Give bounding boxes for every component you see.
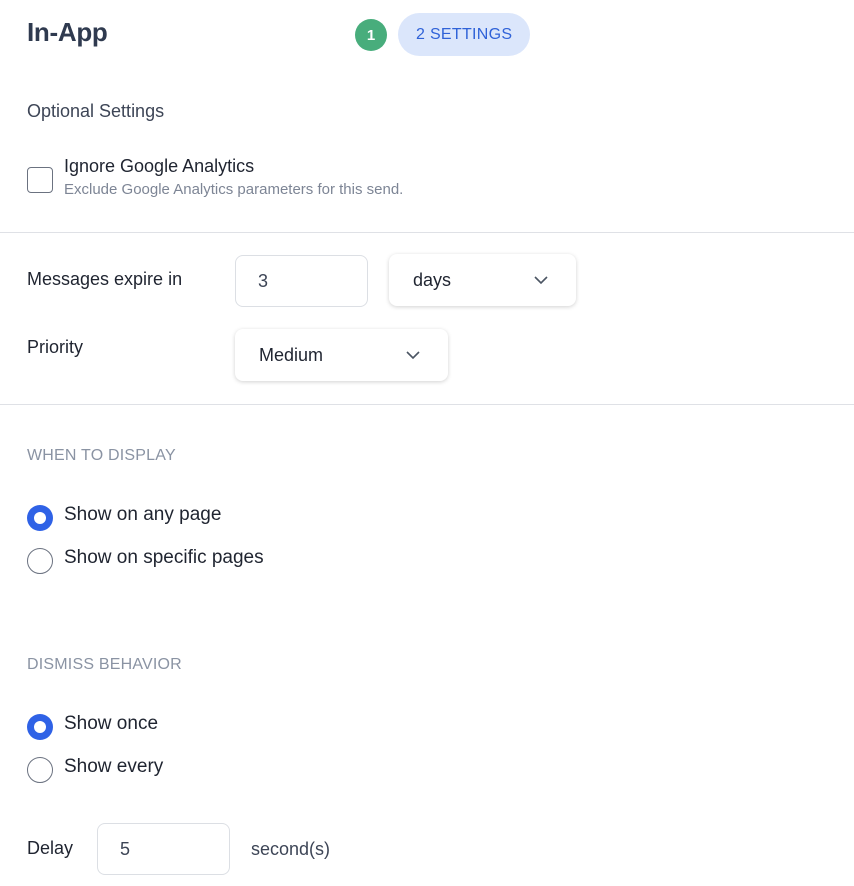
show-specific-pages-label[interactable]: Show on specific pages xyxy=(64,547,264,569)
delay-label: Delay xyxy=(27,838,74,858)
ignore-google-analytics-label[interactable]: Ignore Google Analytics xyxy=(64,156,254,177)
when-to-display-heading: WHEN TO DISPLAY xyxy=(27,447,176,464)
radio-show-once[interactable] xyxy=(27,714,53,740)
section-divider xyxy=(0,232,854,233)
priority-label: Priority xyxy=(27,337,84,357)
show-every-label[interactable]: Show every xyxy=(64,756,163,778)
in-app-settings-page: In-App 1 2 SETTINGS Optional Settings Ig… xyxy=(0,0,854,886)
page-title: In-App xyxy=(27,17,108,47)
priority-select[interactable]: Medium xyxy=(235,329,448,381)
chevron-down-icon xyxy=(534,276,548,285)
show-once-label[interactable]: Show once xyxy=(64,713,158,735)
dismiss-behavior-heading: DISMISS BEHAVIOR xyxy=(27,656,182,673)
expire-value-input[interactable]: 3 xyxy=(235,255,368,307)
optional-settings-title: Optional Settings xyxy=(27,101,165,121)
ignore-google-analytics-checkbox[interactable] xyxy=(27,167,53,193)
ignore-google-analytics-description: Exclude Google Analytics parameters for … xyxy=(64,181,404,198)
expire-unit-select[interactable]: days xyxy=(389,254,576,306)
radio-show-specific-pages[interactable] xyxy=(27,548,53,574)
radio-show-every[interactable] xyxy=(27,757,53,783)
delay-unit-label: second(s) xyxy=(251,839,331,859)
section-divider xyxy=(0,404,854,405)
step-one-indicator[interactable]: 1 xyxy=(355,19,387,51)
expire-label: Messages expire in xyxy=(27,269,183,289)
priority-value: Medium xyxy=(259,344,324,365)
step-settings-pill[interactable]: 2 SETTINGS xyxy=(398,13,531,56)
radio-show-any-page[interactable] xyxy=(27,505,53,531)
expire-unit-value: days xyxy=(413,269,452,290)
show-any-page-label[interactable]: Show on any page xyxy=(64,504,221,526)
chevron-down-icon xyxy=(406,351,420,360)
delay-input[interactable]: 5 xyxy=(97,823,230,875)
